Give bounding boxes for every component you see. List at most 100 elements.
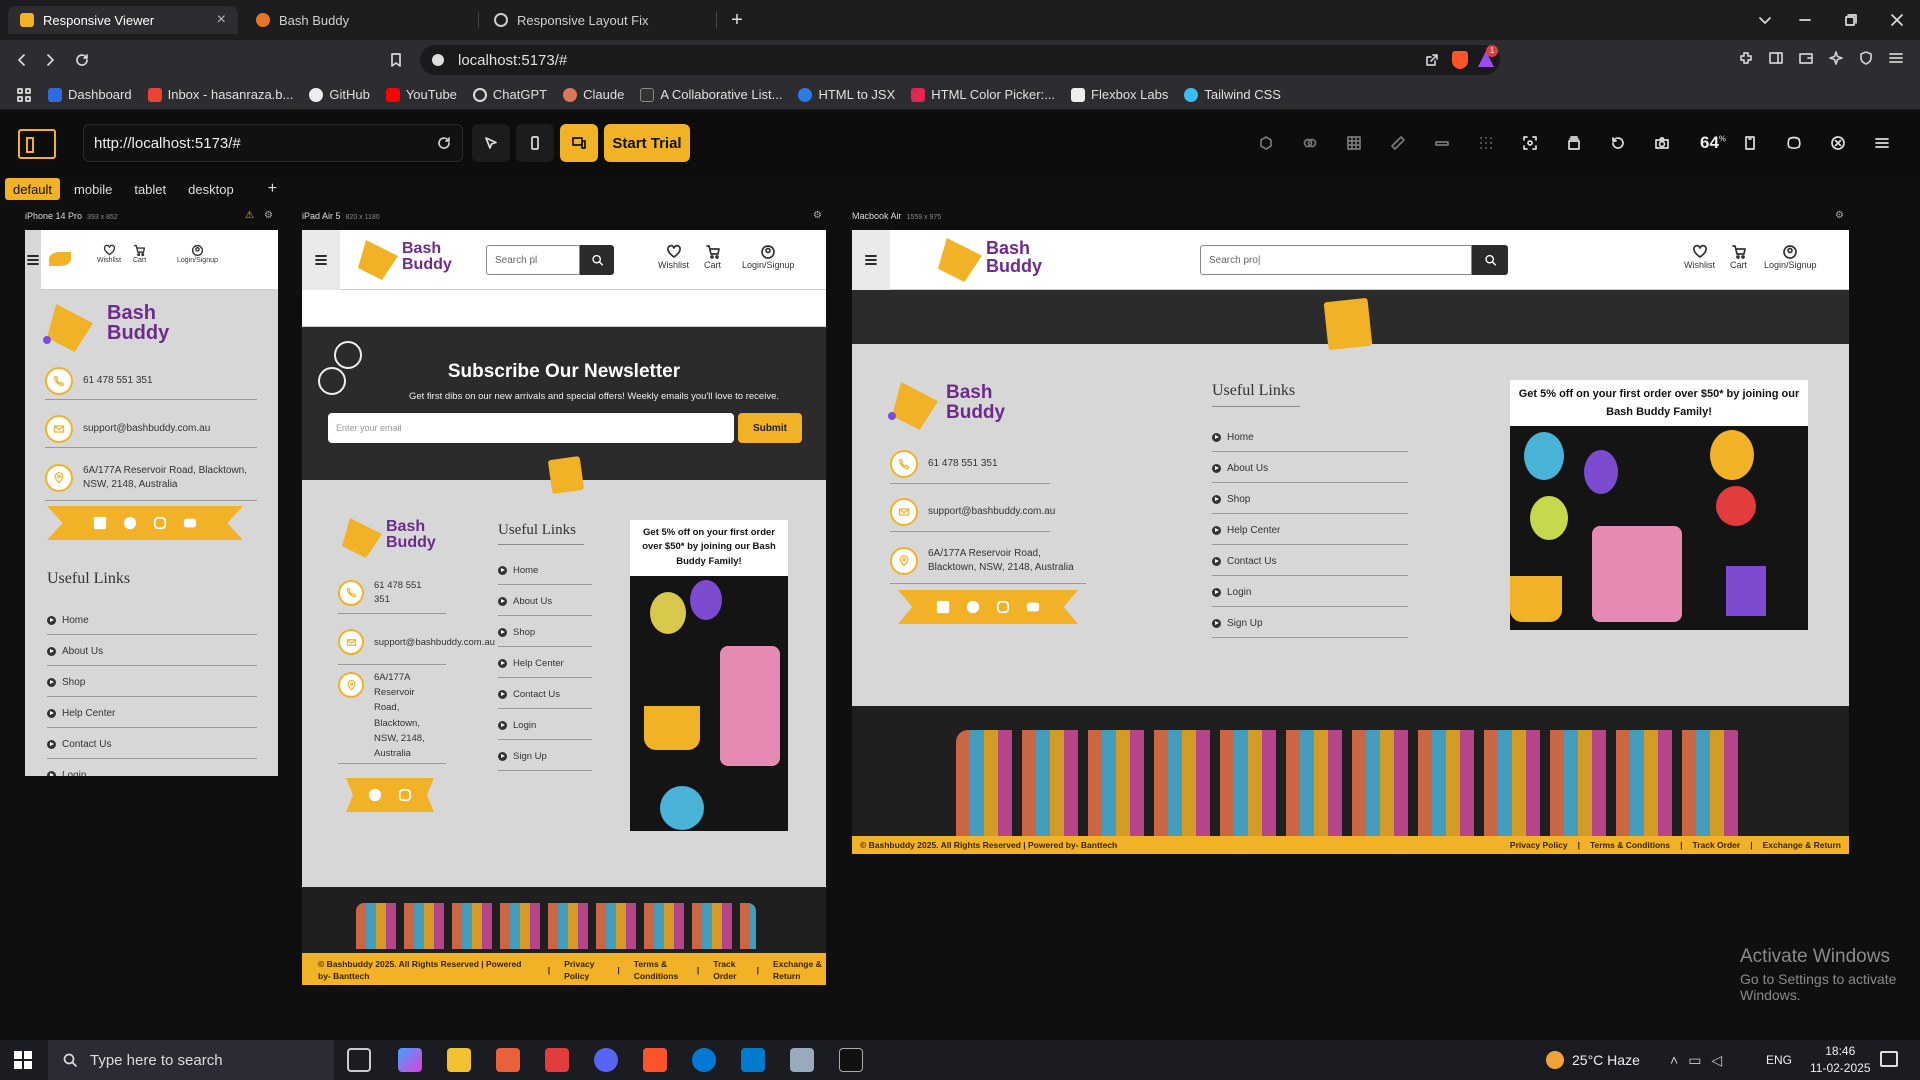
forward-icon[interactable] — [38, 48, 62, 72]
minimize-bar-icon[interactable] — [1434, 135, 1454, 155]
bookmark-claude[interactable]: Claude — [563, 87, 624, 102]
promo-card[interactable]: Get 5% off on your first order over $50*… — [630, 520, 788, 831]
language-indicator[interactable]: ENG — [1766, 1040, 1792, 1080]
vscode-icon[interactable] — [741, 1048, 765, 1072]
brave-icon[interactable] — [643, 1048, 667, 1072]
weather-widget[interactable]: 25°C Haze — [1546, 1040, 1640, 1080]
footer-link-shop[interactable]: Shop — [1212, 485, 1408, 514]
pinterest-icon[interactable] — [966, 600, 980, 614]
tab-responsive-viewer[interactable]: Responsive Viewer × — [8, 6, 238, 34]
instagram-icon[interactable] — [398, 788, 412, 802]
login-link[interactable]: Login/Signup — [742, 244, 795, 270]
frame-settings-icon[interactable]: ⚙ — [264, 210, 273, 221]
layers-icon[interactable] — [1566, 135, 1586, 155]
skype-icon[interactable] — [692, 1048, 716, 1072]
footer-link-login[interactable]: Login — [1212, 578, 1408, 607]
bookmark-dashboard[interactable]: Dashboard — [48, 87, 132, 102]
footer-link-sign-up[interactable]: Sign Up — [1212, 609, 1408, 638]
brave-shield-icon[interactable] — [1452, 51, 1468, 69]
hamburger-icon[interactable] — [302, 230, 340, 290]
promo-card[interactable]: Get 5% off on your first order over $50*… — [1510, 380, 1808, 630]
footer-link-about-us[interactable]: About Us — [498, 587, 592, 616]
tab-desktop[interactable]: desktop — [180, 178, 242, 200]
footer-link-home[interactable]: Home — [47, 606, 257, 635]
wishlist-link[interactable]: Wishlist — [658, 244, 689, 270]
footer-link-privacy[interactable]: Privacy Policy — [1510, 840, 1568, 850]
inspect-pointer-button[interactable] — [472, 124, 510, 162]
dots-grid-icon[interactable] — [1478, 135, 1498, 155]
pinterest-icon[interactable] — [123, 516, 137, 530]
footer-link-about-us[interactable]: About Us — [1212, 454, 1408, 483]
app-icon[interactable] — [496, 1048, 520, 1072]
extensions-icon[interactable] — [1738, 50, 1758, 70]
bookmark-tailwind[interactable]: Tailwind CSS — [1184, 87, 1281, 102]
footer-link-about-us[interactable]: About Us — [47, 637, 257, 666]
hamburger-icon[interactable] — [25, 252, 41, 268]
wishlist-link[interactable]: Wishlist — [97, 244, 121, 264]
footer-link-help-center[interactable]: Help Center — [47, 699, 257, 728]
footer-link-track[interactable]: Track Order — [713, 959, 742, 983]
app-icon[interactable] — [545, 1048, 569, 1072]
footer-link-contact-us[interactable]: Contact Us — [1212, 547, 1408, 576]
camera-icon[interactable] — [1654, 135, 1674, 155]
start-trial-button[interactable]: Start Trial — [604, 124, 690, 162]
footer-link-contact-us[interactable]: Contact Us — [47, 730, 257, 759]
chevron-up-icon[interactable]: ˄ — [1670, 1052, 1678, 1068]
menu-icon[interactable] — [1888, 50, 1908, 70]
box-3d-icon[interactable] — [1258, 135, 1278, 155]
search-input[interactable]: Search pl — [486, 245, 580, 275]
file-explorer-icon[interactable] — [447, 1048, 471, 1072]
footer-link-shop[interactable]: Shop — [498, 618, 592, 647]
tab-tablet[interactable]: tablet — [126, 178, 174, 200]
cart-link[interactable]: Cart — [704, 244, 721, 270]
sidebar-icon[interactable] — [1768, 50, 1788, 70]
footer-link-privacy[interactable]: Privacy Policy — [564, 959, 603, 983]
wallet-icon[interactable] — [1798, 50, 1818, 70]
add-device-tab-button[interactable]: + — [260, 178, 285, 200]
wishlist-link[interactable]: Wishlist — [1684, 244, 1715, 270]
rotate-icon[interactable] — [1610, 135, 1630, 155]
footer-link-login[interactable]: Login — [498, 711, 592, 740]
bookmark-icon[interactable] — [384, 48, 408, 72]
copilot-icon[interactable] — [398, 1048, 422, 1072]
discord-icon[interactable] — [594, 1048, 618, 1072]
new-tab-button[interactable]: + — [714, 0, 760, 40]
viewer-url-input[interactable]: http://localhost:5173/# — [83, 124, 463, 162]
bookmark-inbox[interactable]: Inbox - hasanraza.b... — [147, 87, 293, 102]
footer-link-help-center[interactable]: Help Center — [1212, 516, 1408, 545]
tab-mobile[interactable]: mobile — [66, 178, 120, 200]
frame-settings-icon[interactable]: ⚙ — [1835, 210, 1844, 221]
terminal-icon[interactable] — [839, 1048, 863, 1072]
site-info-icon[interactable] — [432, 54, 444, 66]
volume-icon[interactable]: ◁ — [1711, 1052, 1722, 1069]
close-tab-icon[interactable]: × — [217, 11, 226, 29]
footer-link-shop[interactable]: Shop — [47, 668, 257, 697]
bookmark-collab-list[interactable]: A Collaborative List... — [640, 87, 782, 102]
zoom-level[interactable]: 64% — [1700, 133, 1726, 153]
footer-link-sign-up[interactable]: Sign Up — [498, 742, 592, 771]
youtube-icon[interactable] — [183, 516, 197, 530]
facebook-icon[interactable] — [936, 600, 950, 614]
hamburger-menu-icon[interactable] — [1874, 135, 1894, 155]
sync-links-icon[interactable] — [1302, 135, 1322, 155]
footer-link-home[interactable]: Home — [1212, 423, 1408, 452]
bookmark-chatgpt[interactable]: ChatGPT — [472, 87, 547, 102]
clock[interactable]: 18:46 11-02-2025 — [1810, 1040, 1871, 1080]
footer-link-login[interactable]: Login — [47, 761, 257, 776]
tab-responsive-layout-fix[interactable]: Responsive Layout Fix — [482, 6, 712, 34]
refresh-icon[interactable] — [436, 135, 452, 151]
taskbar-search[interactable]: Type here to search — [48, 1040, 334, 1080]
hamburger-icon[interactable] — [852, 230, 890, 290]
search-button[interactable] — [1472, 245, 1508, 275]
footer-link-track[interactable]: Track Order — [1692, 840, 1740, 850]
grid-icon[interactable] — [1346, 135, 1366, 155]
cart-link[interactable]: Cart — [1730, 244, 1747, 270]
search-input[interactable]: Search pro| — [1200, 245, 1472, 275]
footer-link-terms[interactable]: Terms & Conditions — [634, 959, 683, 983]
footer-link-home[interactable]: Home — [498, 556, 592, 585]
bookmark-flexbox-labs[interactable]: Flexbox Labs — [1071, 87, 1168, 102]
instagram-icon[interactable] — [153, 516, 167, 530]
ruler-icon[interactable] — [1390, 135, 1410, 155]
task-view-icon[interactable] — [347, 1048, 371, 1072]
reload-icon[interactable] — [70, 48, 94, 72]
